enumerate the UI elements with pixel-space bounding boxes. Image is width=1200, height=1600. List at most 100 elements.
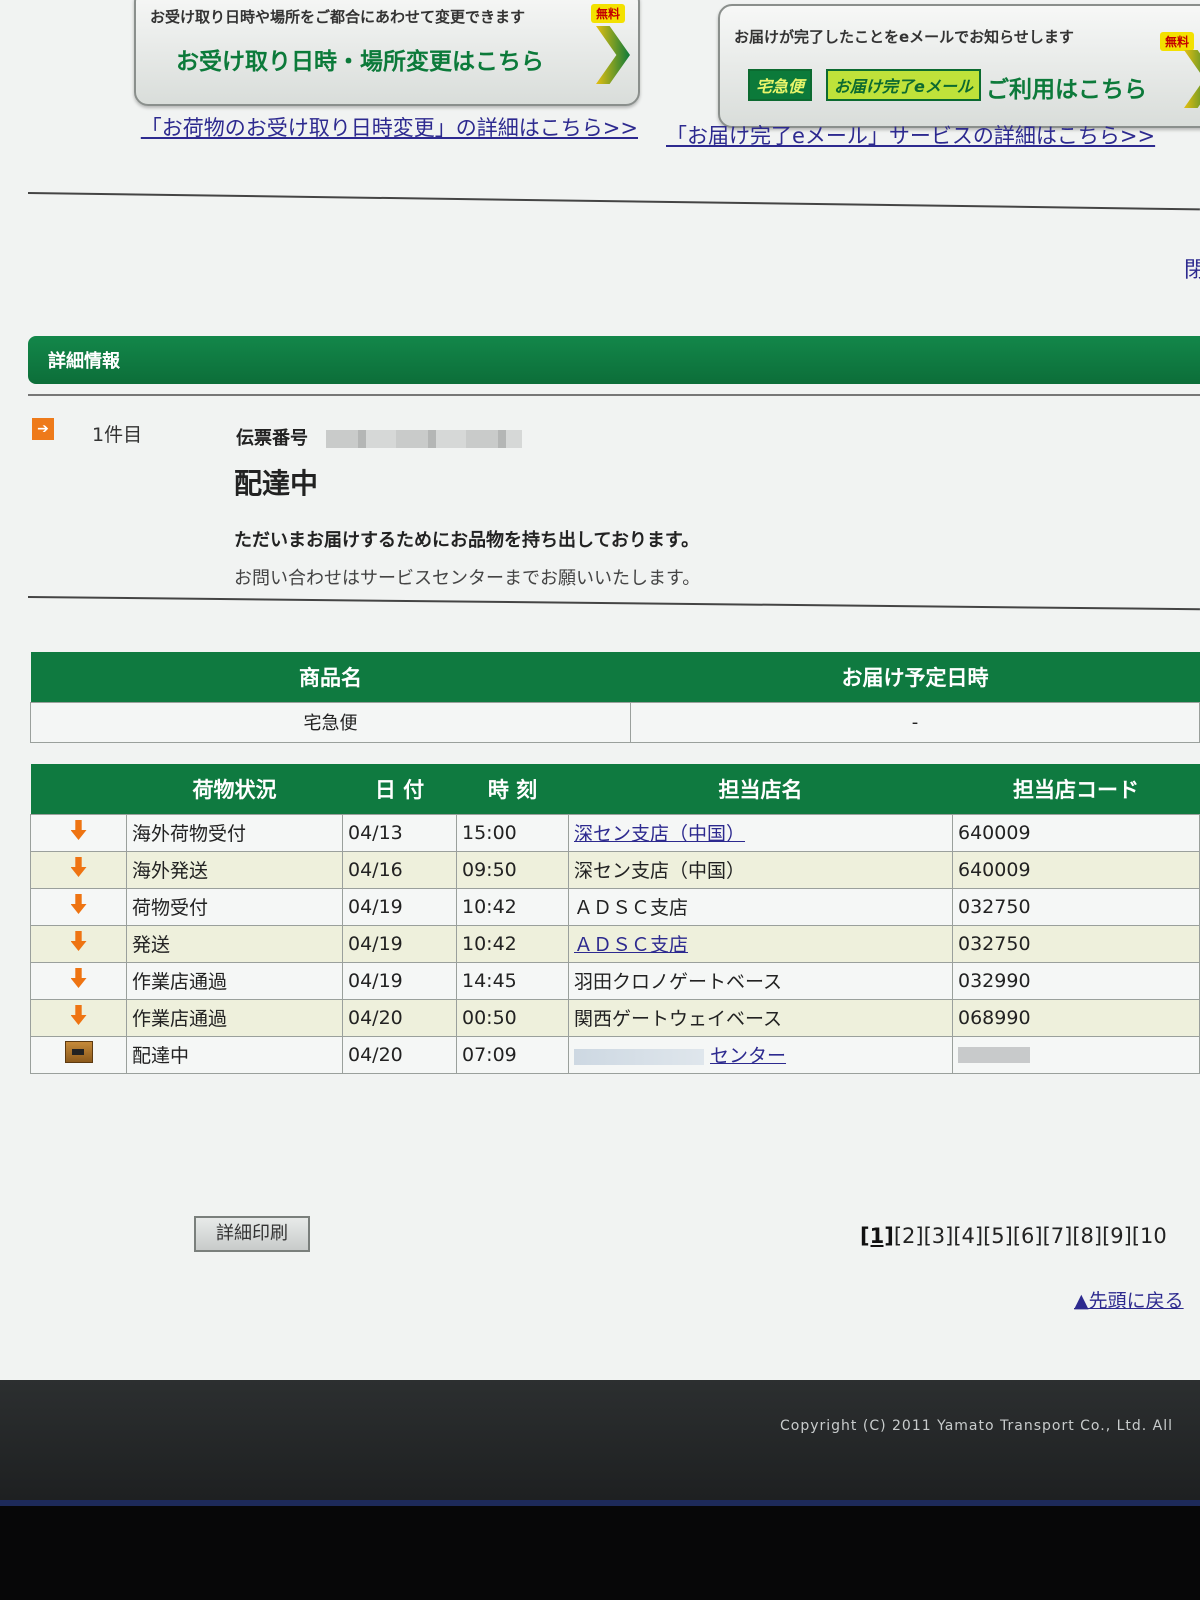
change-delivery-banner[interactable]: お受け取り日時や場所をご都合にあわせて変更できます 無料 お受け取り日時・場所変… [134,0,640,106]
section-title: 詳細情報 [48,351,120,372]
time-cell: 15:00 [456,813,569,852]
table-row: 配達中 04/20 07:09 センター [30,1035,1200,1074]
store-name: 関西ゲートウェイベース [574,1008,783,1030]
status-icon-cell [30,813,127,852]
page-link-current[interactable]: [1] [860,1224,894,1248]
history-body: 海外荷物受付 04/13 15:00 深セン支店（中国） 640009 海外発送 04/16… [30,813,1200,1074]
column-header: 担当店名 [568,764,953,814]
page-link[interactable]: [4] [953,1224,983,1248]
store-code-cell [952,1035,1200,1074]
date-cell: 04/20 [342,998,457,1037]
page-link[interactable]: [2] [894,1224,924,1248]
page-link[interactable]: [6] [1013,1224,1043,1248]
product-table: 商品名 お届け予定日時 宅急便 - [30,652,1200,743]
delivery-email-detail-link[interactable]: 「お届け完了eメール」サービスの詳細はこちら>> [666,116,1155,156]
status-icon-cell [30,998,127,1037]
status-icon-cell [30,850,127,889]
store-cell: 深セン支店（中国） [568,850,953,889]
table-row: 海外発送 04/16 09:50 深セン支店（中国） 640009 [30,850,1200,889]
close-link[interactable]: 閉 [1184,252,1200,284]
back-to-top-link[interactable]: ▲先頭に戻る [1074,1286,1184,1313]
column-header: 商品名 [30,652,631,702]
monitor-bezel [0,1506,1200,1600]
date-cell: 04/19 [342,924,457,963]
arrow-down-icon [70,894,87,914]
store-cell: 深セン支店（中国） [568,813,953,852]
time-cell: 00:50 [456,998,569,1037]
free-badge: 無料 [591,4,626,23]
page-link[interactable]: [10 [1132,1224,1167,1248]
change-delivery-detail-link[interactable]: 「お荷物のお受け取り日時変更」の詳細はこちら>> [132,108,638,148]
banner-title: お受け取り日時・場所変更はこちら [176,49,544,75]
redacted-code [958,1047,1030,1063]
store-name: 深セン支店（中国） [574,860,746,882]
table-row: 作業店通過 04/20 00:50 関西ゲートウェイベース 068990 [30,998,1200,1037]
arrow-right-icon: ➔ [32,418,54,440]
email-badge: お届け完了eメール [826,69,981,101]
copyright: Copyright (C) 2011 Yamato Transport Co.,… [780,1418,1174,1434]
print-details-button[interactable]: 詳細印刷 [194,1216,310,1252]
status-cell: 海外荷物受付 [126,813,343,852]
status-cell: 作業店通過 [126,998,343,1037]
footer: Copyright (C) 2011 Yamato Transport Co.,… [0,1380,1200,1500]
column-header: 荷物状況 [126,764,343,814]
store-name: 羽田クロノゲートベース [574,971,783,993]
tracking-page: お受け取り日時や場所をご都合にあわせて変更できます 無料 お受け取り日時・場所変… [0,0,1200,1380]
date-cell: 04/16 [342,850,457,889]
table-row: 作業店通過 04/19 14:45 羽田クロノゲートベース 032990 [30,961,1200,1000]
store-link[interactable]: センター [710,1045,786,1067]
slip-number-label: 伝票番号 [236,428,308,449]
section-header: 詳細情報 [28,336,1200,384]
store-link[interactable]: 深セン支店（中国） [574,823,745,845]
inquiry-note: お問い合わせはサービスセンターまでお願いいたします。 [234,568,701,589]
column-header: 担当店コード [952,764,1200,814]
pagination: [1][2][3][4][5][6][7][8][9][10 [860,1224,1167,1248]
banner-note: お受け取り日時や場所をご都合にあわせて変更できます [150,8,526,26]
page-link[interactable]: [9] [1102,1224,1132,1248]
page-link[interactable]: [8] [1072,1224,1102,1248]
delivery-status-description: ただいまお届けするためにお品物を持ち出しております。 [234,530,700,551]
status-cell: 荷物受付 [126,887,343,926]
delivery-status-title: 配達中 [234,467,319,500]
arrow-down-icon [70,820,87,840]
column-header: 時 刻 [456,764,569,814]
table-row: 発送 04/19 10:42 ＡＤＳＣ支店 032750 [30,924,1200,963]
status-icon-cell [30,1035,127,1074]
date-cell: 04/13 [342,813,457,852]
store-code-cell: 068990 [952,998,1200,1037]
time-cell: 07:09 [456,1035,569,1074]
store-code-cell: 032750 [952,924,1200,963]
store-cell: ＡＤＳＣ支店 [568,887,953,926]
status-icon-cell [30,924,127,963]
arrow-down-icon [70,1005,87,1025]
store-cell: センター [568,1035,953,1074]
divider [28,394,1200,396]
column-header-icon [30,764,127,814]
divider [27,596,1200,611]
column-header: お届け予定日時 [630,652,1200,702]
store-code-cell: 640009 [952,813,1200,852]
date-cell: 04/20 [342,1035,457,1074]
table-row: 海外荷物受付 04/13 15:00 深セン支店（中国） 640009 [30,813,1200,852]
time-cell: 14:45 [456,961,569,1000]
store-code-cell: 640009 [952,850,1200,889]
time-cell: 10:42 [456,887,569,926]
page-link[interactable]: [7] [1043,1224,1073,1248]
date-cell: 04/19 [342,961,457,1000]
page-link[interactable]: [3] [924,1224,954,1248]
time-cell: 09:50 [456,850,569,889]
table-row: 荷物受付 04/19 10:42 ＡＤＳＣ支店 032750 [30,887,1200,926]
package-icon [64,1041,93,1063]
store-cell: 羽田クロノゲートベース [568,961,953,1000]
delivery-email-banner[interactable]: お届けが完了したことをeメールでお知らせします 無料 宅急便 お届け完了eメール… [718,4,1200,128]
arrow-down-icon [70,968,87,988]
column-header: 日 付 [342,764,457,814]
page-link[interactable]: [5] [983,1224,1013,1248]
table-row: 宅急便 - [30,701,1200,743]
time-cell: 10:42 [456,924,569,963]
chevron-right-icon [596,26,630,84]
store-link[interactable]: ＡＤＳＣ支店 [574,934,688,956]
product-name: 宅急便 [30,701,631,743]
status-cell: 海外発送 [126,850,343,889]
banner-title: ご利用はこちら [986,77,1147,103]
